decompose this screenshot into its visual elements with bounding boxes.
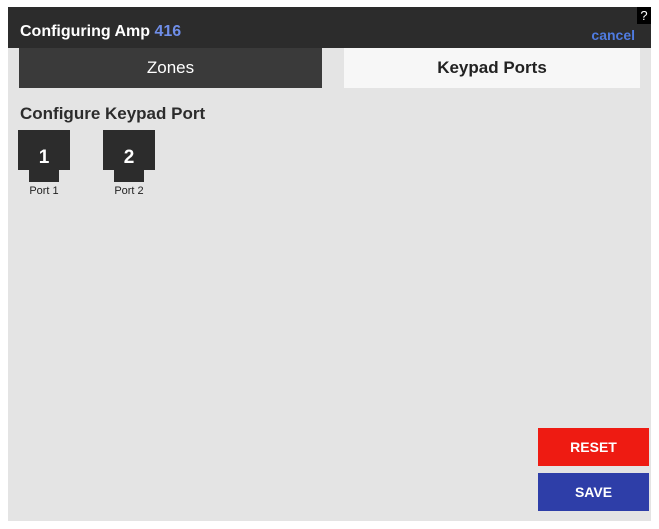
dialog-title-prefix: Configuring Amp [20,23,151,40]
tab-keypad-ports[interactable]: Keypad Ports [344,48,640,88]
keypad-port-1[interactable]: 1 Port 1 [18,130,70,198]
reset-button[interactable]: RESET [538,428,649,466]
tab-zones[interactable]: Zones [19,48,322,88]
port-number: 1 [38,147,50,168]
keypad-jack-icon: 1 [18,130,70,182]
port-label: Port 1 [29,185,59,197]
keypad-port-2[interactable]: 2 Port 2 [103,130,155,198]
help-icon[interactable]: ? [637,7,651,24]
port-label: Port 2 [114,185,144,197]
cancel-link[interactable]: cancel [591,27,635,43]
dialog-title: Configuring Amp 416 [20,22,181,42]
section-title: Configure Keypad Port [20,104,206,123]
amp-number: 416 [154,23,182,40]
configure-amp-dialog: Configuring Amp 416 cancel ? Zones Keypa… [8,7,651,521]
save-button[interactable]: SAVE [538,473,649,511]
tab-bar: Zones Keypad Ports [8,48,651,88]
dialog-titlebar: Configuring Amp 416 cancel ? [8,7,651,48]
port-number: 2 [123,147,135,168]
keypad-jack-icon: 2 [103,130,155,182]
